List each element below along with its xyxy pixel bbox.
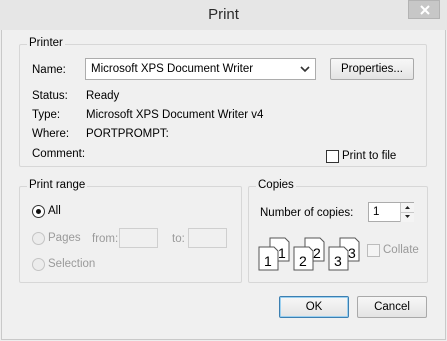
ok-button[interactable]: OK xyxy=(279,296,349,318)
radio-all-label[interactable]: All xyxy=(48,205,61,217)
ok-button-label: OK xyxy=(305,301,323,313)
radio-selection[interactable] xyxy=(32,258,45,271)
to-input[interactable] xyxy=(188,228,227,248)
spin-down-button[interactable] xyxy=(400,212,414,222)
number-of-copies-label: Number of copies: xyxy=(260,207,354,219)
printer-group-label: Printer xyxy=(27,37,65,49)
page-3-back-digit: 3 xyxy=(348,245,356,261)
page-3-front-digit: 3 xyxy=(334,253,342,269)
printer-name-select[interactable]: Microsoft XPS Document Writer xyxy=(85,58,316,80)
printer-name-value: Microsoft XPS Document Writer xyxy=(91,63,254,75)
copies-spinner[interactable]: 1 xyxy=(368,202,414,222)
radio-all-selected-dot xyxy=(36,209,41,214)
where-label: Where: xyxy=(32,128,70,140)
page-1-back-digit: 1 xyxy=(278,245,286,261)
copies-value[interactable]: 1 xyxy=(373,206,379,218)
radio-all[interactable] xyxy=(32,205,45,218)
radio-pages[interactable] xyxy=(32,232,45,245)
properties-button[interactable]: Properties... xyxy=(330,58,414,80)
spin-up-button[interactable] xyxy=(400,203,414,212)
collate-checkbox[interactable] xyxy=(367,244,380,257)
chevron-down-icon xyxy=(300,66,310,73)
spin-up-icon xyxy=(405,206,410,209)
radio-selection-label[interactable]: Selection xyxy=(48,258,95,270)
collate-pages-icon: 1 1 2 2 3 3 xyxy=(258,237,360,271)
from-input[interactable] xyxy=(119,228,158,248)
status-value: Ready xyxy=(86,90,120,102)
from-label: from: xyxy=(92,233,119,245)
print-to-file-label[interactable]: Print to file xyxy=(342,150,396,162)
status-label: Status: xyxy=(32,90,68,102)
copies-group-label: Copies xyxy=(256,179,296,191)
where-value: PORTPROMPT: xyxy=(86,128,169,140)
cancel-button-label: Cancel xyxy=(374,301,410,313)
dialog-body: Printer Name: Microsoft XPS Document Wri… xyxy=(1,30,446,340)
page-2-front-digit: 2 xyxy=(299,253,307,269)
print-to-file-checkbox[interactable] xyxy=(326,150,339,163)
window-title: Print xyxy=(208,6,239,23)
radio-pages-label[interactable]: Pages xyxy=(48,232,81,244)
comment-label: Comment: xyxy=(32,148,86,160)
type-label: Type: xyxy=(32,109,61,121)
spin-down-icon xyxy=(405,215,410,218)
collate-label[interactable]: Collate xyxy=(383,244,419,256)
close-icon xyxy=(420,5,430,15)
name-label: Name: xyxy=(32,64,66,76)
cancel-button[interactable]: Cancel xyxy=(357,296,427,318)
page-2-back-digit: 2 xyxy=(313,245,321,261)
title-bar: Print xyxy=(0,0,447,30)
type-value: Microsoft XPS Document Writer v4 xyxy=(86,109,264,121)
close-button[interactable] xyxy=(408,0,440,19)
print-range-group-label: Print range xyxy=(27,179,88,191)
to-label: to: xyxy=(172,233,185,245)
properties-button-label: Properties... xyxy=(341,63,403,75)
page-1-front-digit: 1 xyxy=(264,253,272,269)
